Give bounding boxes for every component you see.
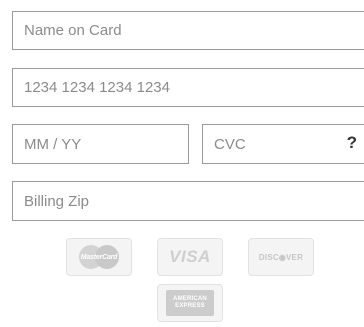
billing-zip-field-wrapper — [12, 181, 364, 221]
visa-logo-text: VISA — [169, 247, 211, 266]
name-on-card-field-wrapper — [12, 11, 364, 50]
visa-logo-icon: VISA — [157, 238, 223, 276]
cvc-input[interactable] — [203, 125, 364, 163]
expiry-input[interactable] — [13, 125, 188, 163]
discover-logo-icon: DISC◉VER — [248, 238, 314, 276]
name-on-card-input[interactable] — [13, 12, 364, 49]
mastercard-logo-icon: MasterCard — [66, 238, 132, 276]
card-number-input[interactable] — [13, 69, 364, 106]
mastercard-logo-text: MasterCard — [80, 253, 118, 261]
amex-logo-line1: AMERICAN — [173, 296, 207, 302]
cvc-field-wrapper: ? — [202, 124, 364, 164]
payment-form: ? MasterCard VISA DISC◉VER AMERICAN EXPR… — [0, 0, 364, 327]
cvc-help-icon[interactable]: ? — [347, 133, 357, 153]
billing-zip-input[interactable] — [13, 182, 364, 220]
discover-logo-text: DISC◉VER — [258, 252, 304, 262]
card-number-field-wrapper — [12, 68, 364, 107]
expiry-field-wrapper — [12, 124, 189, 164]
american-express-logo-icon: AMERICAN EXPRESS — [157, 284, 223, 322]
amex-badge: AMERICAN EXPRESS — [166, 290, 214, 316]
amex-logo-line2: EXPRESS — [175, 303, 205, 309]
